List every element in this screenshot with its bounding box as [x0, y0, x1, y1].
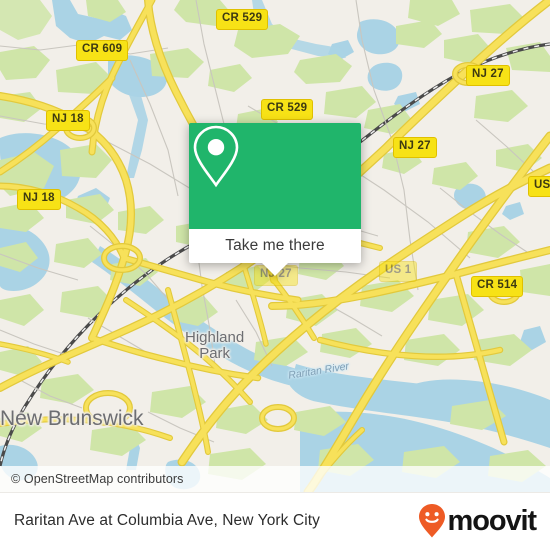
- moovit-wordmark: moovit: [447, 504, 538, 537]
- location-popup[interactable]: Take me there: [189, 123, 361, 276]
- road-shield: CR 609: [76, 40, 129, 61]
- place-label: Highland Park: [185, 329, 245, 362]
- road-shield: NJ 18: [46, 110, 90, 131]
- attribution-bar: © OpenStreetMap contributors: [0, 466, 550, 492]
- popup-header: [189, 123, 361, 229]
- road-shield: US 1: [379, 261, 418, 282]
- place-label: New Brunswick: [0, 407, 144, 430]
- moovit-logo[interactable]: moovit: [417, 503, 538, 539]
- road-shield: CR 529: [261, 99, 314, 120]
- road-shield: NJ 18: [17, 189, 61, 210]
- station-title: Raritan Ave at Columbia Ave, New York Ci…: [14, 512, 321, 529]
- map-screenshot: CR 529 CR 609 CR 529 NJ 27 NJ 18 NJ 27 NJ 18 US…: [0, 0, 550, 550]
- map-canvas[interactable]: CR 529 CR 609 CR 529 NJ 27 NJ 18 NJ 27 NJ 18 US…: [0, 0, 550, 492]
- road-shield: US 1: [528, 176, 550, 197]
- popup-pointer: [262, 263, 288, 276]
- moovit-smiley-pin-icon: [418, 504, 445, 538]
- take-me-there-label: Take me there: [225, 237, 325, 254]
- road-shield: CR 514: [471, 276, 524, 297]
- road-shield: NJ 27: [393, 137, 437, 158]
- road-shield: CR 529: [216, 9, 269, 30]
- attribution-text[interactable]: © OpenStreetMap contributors: [0, 472, 184, 486]
- location-pin-icon: [193, 125, 239, 188]
- footer-bar: Raritan Ave at Columbia Ave, New York Ci…: [0, 492, 550, 550]
- take-me-there-button[interactable]: Take me there: [189, 229, 361, 263]
- road-shield: NJ 27: [466, 65, 510, 86]
